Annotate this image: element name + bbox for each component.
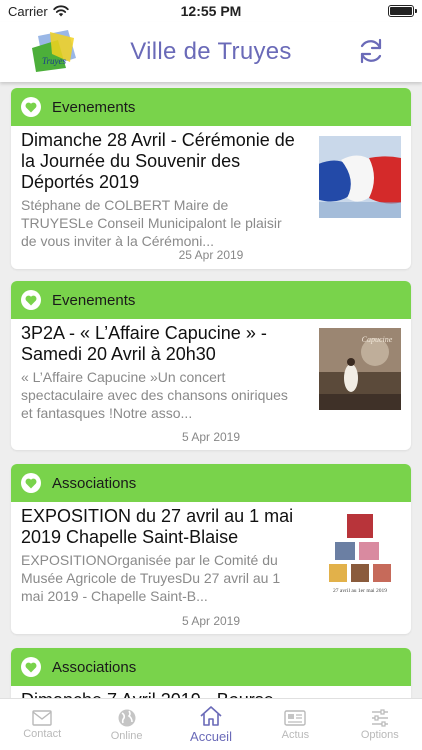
news-card[interactable]: Associations Dimanche 7 Avril 2019 - Bou… (11, 648, 411, 698)
status-bar: Carrier 12:55 PM (0, 0, 422, 22)
card-date: 5 Apr 2019 (181, 614, 241, 628)
category-bar: Evenements (11, 88, 411, 126)
tab-bar: Contact Online Accueil Actus Options (0, 698, 422, 750)
category-bar: Associations (11, 464, 411, 502)
tab-accueil[interactable]: Accueil (169, 699, 253, 750)
mail-icon (32, 709, 52, 726)
tab-label: Options (360, 728, 399, 741)
card-excerpt: Stéphane de COLBERT Maire de TRUYESLe Co… (21, 197, 282, 249)
tab-label: Accueil (190, 729, 232, 744)
card-thumbnail: Capucine (319, 328, 401, 410)
category-bar: Evenements (11, 281, 411, 319)
home-icon (200, 706, 222, 726)
tab-actus[interactable]: Actus (253, 699, 337, 750)
category-label: Evenements (52, 98, 136, 116)
wifi-icon (53, 5, 69, 17)
tab-label: Online (110, 729, 143, 742)
app-header: Truyes Ville de Truyes (0, 22, 422, 82)
heart-icon (21, 473, 41, 493)
card-excerpt: « L’Affaire Capucine »Un concert spectac… (21, 369, 288, 421)
carrier-label: Carrier (8, 3, 48, 19)
news-card[interactable]: Associations EXPOSITION du 27 avril au 1… (11, 464, 411, 634)
sliders-icon (371, 708, 388, 727)
tab-label: Contact (23, 727, 62, 740)
tab-online[interactable]: Online (84, 699, 168, 750)
heart-icon (21, 290, 41, 310)
status-left: Carrier (8, 4, 69, 19)
news-feed[interactable]: Evenements Dimanche 28 Avril - Cérémonie… (0, 88, 422, 698)
card-thumbnail (319, 136, 401, 218)
heart-icon (21, 657, 41, 677)
refresh-icon (360, 38, 382, 64)
svg-text:27 avril au 1er mai 2019: 27 avril au 1er mai 2019 (333, 588, 387, 594)
category-label: Associations (52, 474, 137, 492)
card-title: 3P2A - « L’Affaire Capucine » - Samedi 2… (21, 323, 267, 364)
svg-text:Capucine: Capucine (362, 335, 393, 344)
news-card[interactable]: Evenements Dimanche 28 Avril - Cérémonie… (11, 88, 411, 269)
card-title: Dimanche 7 Avril 2019 - Bourse (21, 690, 401, 698)
news-icon (284, 709, 307, 726)
card-body: EXPOSITION du 27 avril au 1 mai 2019 Cha… (11, 502, 411, 605)
tab-label: Actus (281, 728, 310, 741)
globe-icon (118, 709, 136, 726)
card-title: EXPOSITION du 27 avril au 1 mai 2019 Cha… (21, 506, 294, 547)
category-label: Evenements (52, 291, 136, 309)
refresh-button[interactable] (356, 36, 386, 66)
heart-icon (21, 97, 41, 117)
tab-options[interactable]: Options (338, 699, 422, 750)
card-thumbnail: 27 avril au 1er mai 2019 (319, 512, 401, 596)
tab-contact[interactable]: Contact (0, 699, 84, 750)
category-bar: Associations (11, 648, 411, 686)
card-date: 5 Apr 2019 (181, 430, 241, 444)
card-body: Dimanche 28 Avril - Cérémonie de la Jour… (11, 126, 411, 250)
battery-icon (388, 5, 417, 17)
card-body: 3P2A - « L’Affaire Capucine » - Samedi 2… (11, 319, 411, 422)
category-label: Associations (52, 658, 137, 676)
card-date: 25 Apr 2019 (178, 248, 244, 262)
card-excerpt: EXPOSITIONOrganisée par le Comité du Mus… (21, 552, 281, 604)
card-title: Dimanche 28 Avril - Cérémonie de la Jour… (21, 130, 295, 192)
card-body: Dimanche 7 Avril 2019 - Bourse (11, 686, 411, 698)
news-card[interactable]: Evenements 3P2A - « L’Affaire Capucine »… (11, 281, 411, 450)
